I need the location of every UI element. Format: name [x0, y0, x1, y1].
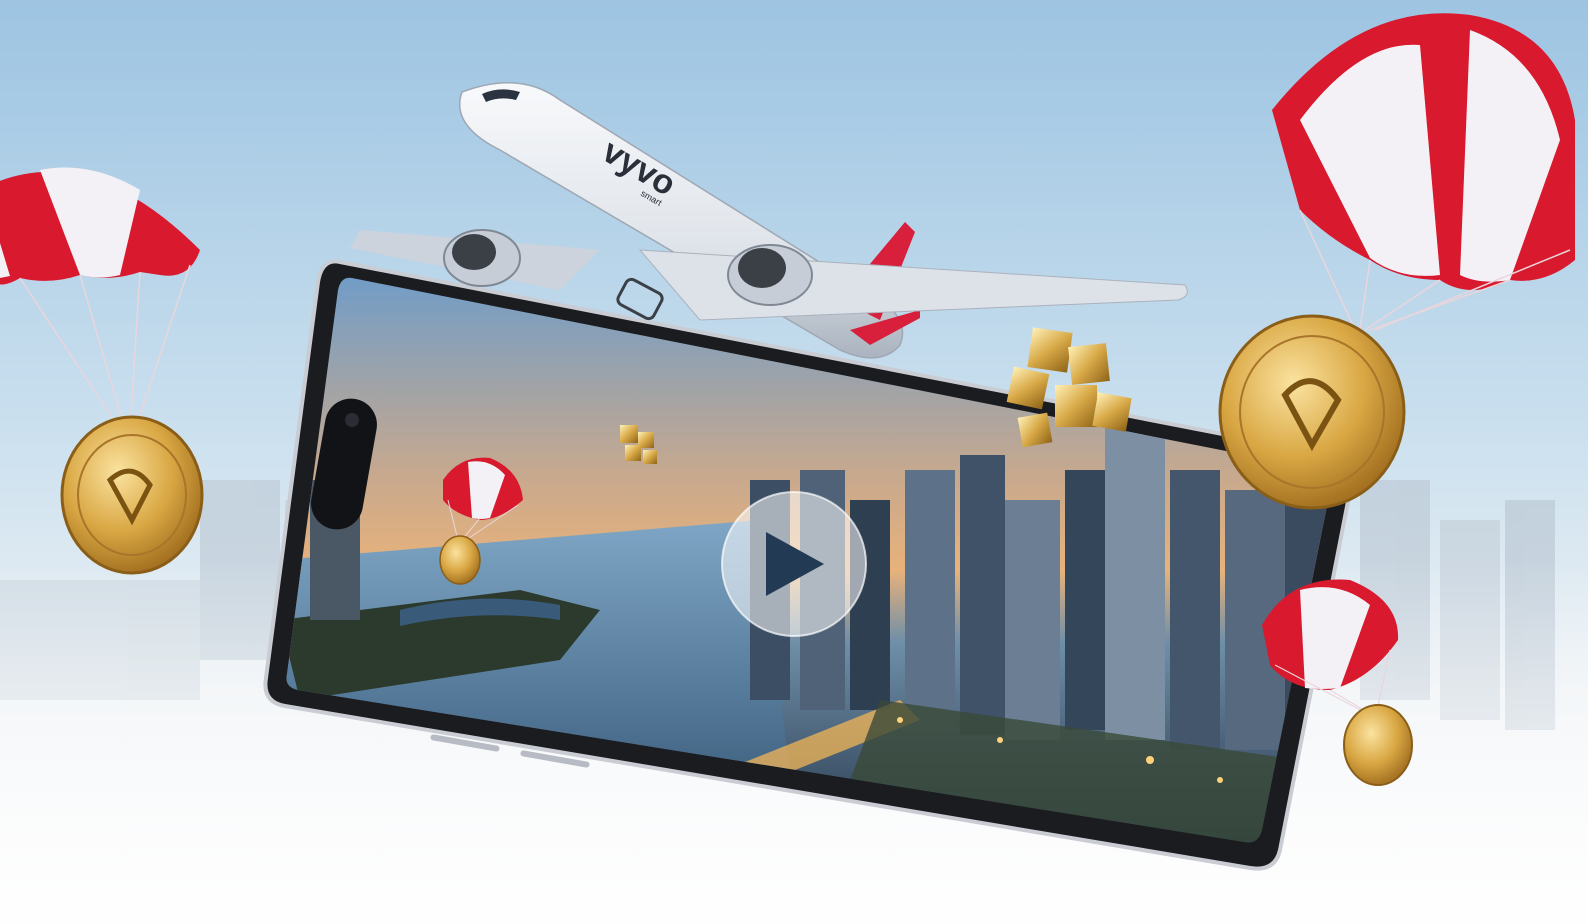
- play-button[interactable]: [721, 491, 867, 637]
- banner-artwork: vyvo smart: [0, 0, 1588, 924]
- camera-lens: [345, 413, 359, 427]
- promo-banner: vyvo smart: [0, 0, 1588, 924]
